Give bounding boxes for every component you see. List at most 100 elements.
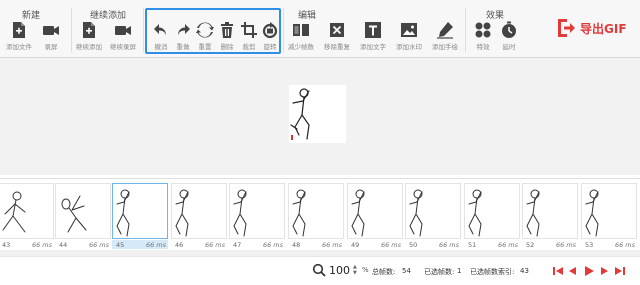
canvas-area [0,58,640,175]
frame-thumbnail [112,183,168,239]
frame-duration: 66 ms [497,241,518,249]
add-handwriting-label: 添加手绘 [432,43,458,51]
frame-meta: 53 66 ms [581,240,637,249]
frame-meta: 46 66 ms [171,240,227,249]
zoom-icon[interactable] [312,263,326,277]
frame-number: 43 [2,241,11,249]
play-icon[interactable] [583,265,595,277]
frame-thumbnail [288,183,344,239]
frame-meta: 52 66 ms [522,240,578,249]
continue-record-button[interactable]: 继续录屏 [108,21,138,55]
frame-number: 49 [351,241,360,249]
frame-meta: 44 66 ms [55,240,111,249]
frame-item[interactable]: 44 66 ms [55,183,111,249]
export-gif-label: 导出GIF [580,21,627,36]
stick-figure-image [290,88,310,140]
frame-thumbnail [171,183,227,239]
export-gif-button[interactable]: 导出GIF [556,17,627,39]
frame-thumbnail [55,183,111,239]
continue-record-label: 继续录屏 [110,43,136,51]
image-watermark-icon [401,23,417,37]
frame-number: 51 [468,241,477,249]
remove-duplicates-button[interactable]: 移除重复 [322,21,352,55]
next-frame-icon[interactable] [598,265,610,277]
previous-frame-icon[interactable] [567,265,579,277]
stick-figure-image [233,189,247,237]
add-text-button[interactable]: 添加文字 [358,21,388,55]
zoom-value[interactable]: 100 [329,264,350,277]
frame-number: 50 [409,241,418,249]
status-bar: 100 ▲ ▼ % 总帧数: 54 已选帧数: 1 已选帧数索引: 43 [0,256,640,285]
frame-item[interactable]: 53 66 ms [581,183,637,249]
frame-duration: 66 ms [145,241,166,249]
continue-add-button[interactable]: 继续添加 [74,21,104,55]
frame-meta: 48 66 ms [288,240,344,249]
stick-figure-image [116,189,130,237]
group-title-effects: 效果 [486,11,505,21]
record-label: 录屏 [44,43,58,51]
frame-number: 47 [233,241,242,249]
frame-duration: 66 ms [204,241,225,249]
add-watermark-button[interactable]: 添加水印 [394,21,424,55]
frame-meta: 50 66 ms [405,240,461,249]
total-frames-value: 54 [402,267,411,275]
zoom-control: 100 ▲ ▼ % [312,263,369,277]
frame-number: 48 [292,241,301,249]
delay-label: 延时 [502,43,516,51]
first-frame-icon[interactable] [552,265,564,277]
frame-number: 45 [116,241,125,249]
add-handwriting-button[interactable]: 添加手绘 [430,21,460,55]
stick-figure-image [409,189,423,237]
stick-figure-image [61,195,87,233]
rotate-icon [262,22,278,39]
export-icon [558,19,575,37]
frame-item[interactable]: 43 66 ms [0,183,54,249]
group-title-new: 新建 [22,11,41,21]
zoom-stepper[interactable]: ▲ ▼ [353,264,359,276]
frame-strip: 43 66 ms 44 66 ms 45 66 ms 46 66 ms 47 6… [0,178,640,249]
frame-item[interactable]: 48 66 ms [288,183,344,249]
frame-meta: 47 66 ms [229,240,285,249]
frame-meta: 45 66 ms [112,240,168,249]
frame-item[interactable]: 49 66 ms [347,183,403,249]
frame-duration: 66 ms [262,241,283,249]
frame-item[interactable]: 52 66 ms [522,183,578,249]
frame-item-selected[interactable]: 45 66 ms [112,183,168,249]
frame-number: 52 [526,241,535,249]
stick-figure-image [351,189,365,237]
selected-frames-value: 1 [457,267,462,275]
stick-figure-image [175,189,189,237]
last-frame-icon[interactable] [614,265,626,277]
pen-icon [437,22,453,39]
frame-duration: 66 ms [321,241,342,249]
frame-duration: 66 ms [380,241,401,249]
frame-thumbnail [0,183,54,239]
frame-thumbnail [347,183,403,239]
total-frames-label: 总帧数: [372,268,396,276]
add-file-icon [13,22,25,38]
frame-item[interactable]: 50 66 ms [405,183,461,249]
add-file-icon [83,22,95,38]
effects-icon [475,22,491,38]
stick-figure-image [2,191,26,233]
frame-duration: 66 ms [614,241,635,249]
group-title-continue: 继续添加 [90,11,127,21]
frame-thumbnail [405,183,461,239]
frame-meta: 43 66 ms [0,240,54,249]
text-icon [365,22,381,38]
frame-preview [289,85,346,143]
record-button[interactable]: 录屏 [36,21,66,55]
delay-button[interactable]: 延时 [494,21,524,55]
toolbar: 新建 添加文件 录屏 继续添加 继续添加 继续录屏 撤消 重做 重置 删除 裁剪… [0,0,640,58]
frame-duration: 66 ms [88,241,109,249]
frame-item[interactable]: 46 66 ms [171,183,227,249]
frame-item[interactable]: 47 66 ms [229,183,285,249]
frame-thumbnail [464,183,520,239]
remove-duplicate-icon [330,23,344,37]
frame-item[interactable]: 51 66 ms [464,183,520,249]
frame-thumbnail [229,183,285,239]
selected-frames-label: 已选帧数: [424,268,455,276]
video-camera-icon [115,26,131,35]
stick-figure-image [292,189,306,237]
reduce-frames-button[interactable]: 减少帧数 [286,21,316,55]
